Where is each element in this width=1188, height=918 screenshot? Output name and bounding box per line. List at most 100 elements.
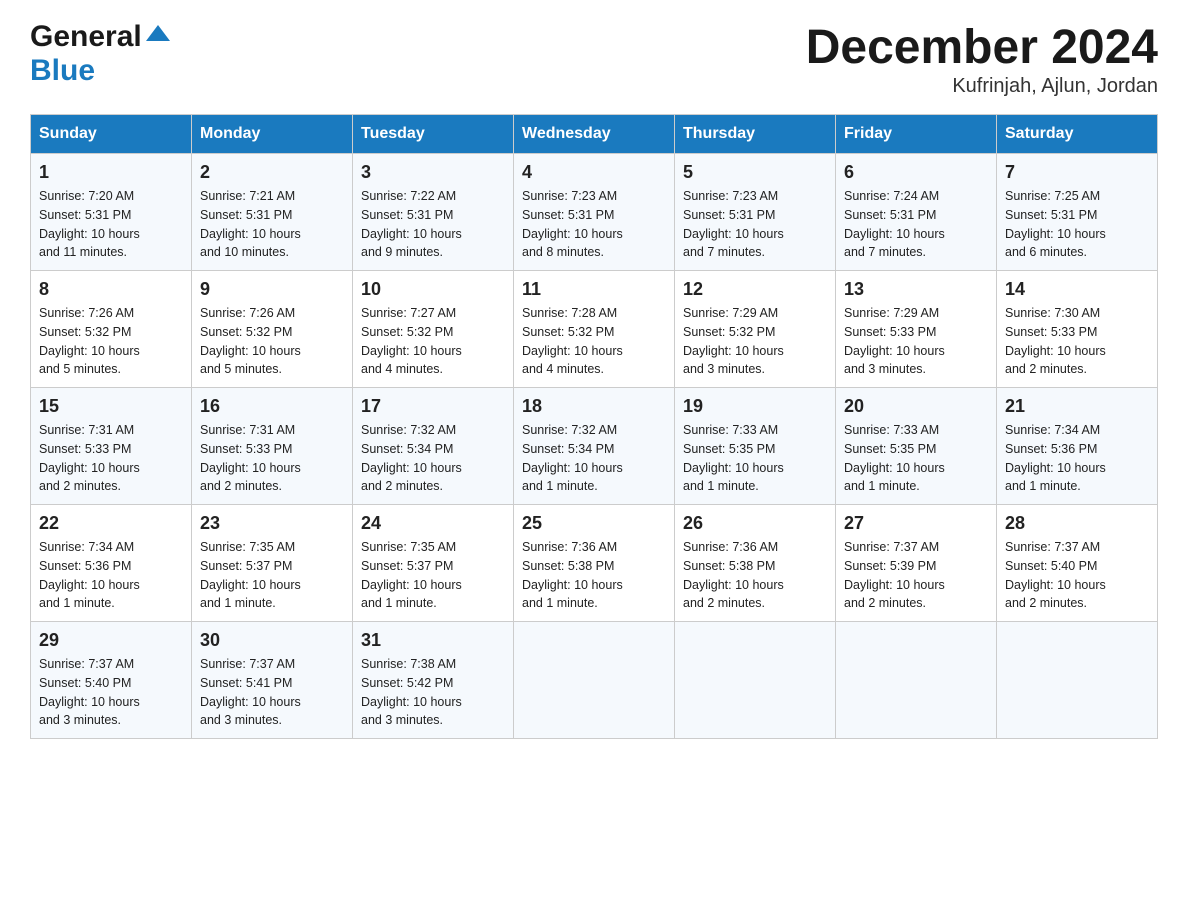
calendar-cell: 23 Sunrise: 7:35 AM Sunset: 5:37 PM Dayl… — [192, 505, 353, 622]
day-info: Sunrise: 7:35 AM Sunset: 5:37 PM Dayligh… — [361, 538, 505, 613]
day-info: Sunrise: 7:27 AM Sunset: 5:32 PM Dayligh… — [361, 304, 505, 379]
day-info: Sunrise: 7:36 AM Sunset: 5:38 PM Dayligh… — [522, 538, 666, 613]
header: General Blue December 2024 Kufrinjah, Aj… — [30, 20, 1158, 98]
day-info: Sunrise: 7:34 AM Sunset: 5:36 PM Dayligh… — [1005, 421, 1149, 496]
day-info: Sunrise: 7:23 AM Sunset: 5:31 PM Dayligh… — [683, 187, 827, 262]
calendar-cell: 18 Sunrise: 7:32 AM Sunset: 5:34 PM Dayl… — [514, 388, 675, 505]
day-number: 2 — [200, 162, 344, 183]
calendar-cell: 1 Sunrise: 7:20 AM Sunset: 5:31 PM Dayli… — [31, 154, 192, 271]
day-number: 15 — [39, 396, 183, 417]
calendar-cell: 3 Sunrise: 7:22 AM Sunset: 5:31 PM Dayli… — [353, 154, 514, 271]
day-number: 18 — [522, 396, 666, 417]
day-info: Sunrise: 7:22 AM Sunset: 5:31 PM Dayligh… — [361, 187, 505, 262]
calendar-cell — [997, 622, 1158, 739]
day-of-week-header: Tuesday — [353, 115, 514, 154]
calendar-cell: 7 Sunrise: 7:25 AM Sunset: 5:31 PM Dayli… — [997, 154, 1158, 271]
calendar-week-row: 22 Sunrise: 7:34 AM Sunset: 5:36 PM Dayl… — [31, 505, 1158, 622]
calendar-cell: 31 Sunrise: 7:38 AM Sunset: 5:42 PM Dayl… — [353, 622, 514, 739]
day-info: Sunrise: 7:37 AM Sunset: 5:40 PM Dayligh… — [39, 655, 183, 730]
day-info: Sunrise: 7:37 AM Sunset: 5:39 PM Dayligh… — [844, 538, 988, 613]
calendar-cell: 28 Sunrise: 7:37 AM Sunset: 5:40 PM Dayl… — [997, 505, 1158, 622]
calendar-table: SundayMondayTuesdayWednesdayThursdayFrid… — [30, 114, 1158, 739]
day-number: 23 — [200, 513, 344, 534]
day-info: Sunrise: 7:30 AM Sunset: 5:33 PM Dayligh… — [1005, 304, 1149, 379]
calendar-cell: 6 Sunrise: 7:24 AM Sunset: 5:31 PM Dayli… — [836, 154, 997, 271]
calendar-cell: 8 Sunrise: 7:26 AM Sunset: 5:32 PM Dayli… — [31, 271, 192, 388]
calendar-cell: 21 Sunrise: 7:34 AM Sunset: 5:36 PM Dayl… — [997, 388, 1158, 505]
day-of-week-header: Sunday — [31, 115, 192, 154]
day-number: 27 — [844, 513, 988, 534]
day-info: Sunrise: 7:26 AM Sunset: 5:32 PM Dayligh… — [39, 304, 183, 379]
calendar-cell: 22 Sunrise: 7:34 AM Sunset: 5:36 PM Dayl… — [31, 505, 192, 622]
header-row: SundayMondayTuesdayWednesdayThursdayFrid… — [31, 115, 1158, 154]
calendar-cell: 27 Sunrise: 7:37 AM Sunset: 5:39 PM Dayl… — [836, 505, 997, 622]
calendar-cell: 9 Sunrise: 7:26 AM Sunset: 5:32 PM Dayli… — [192, 271, 353, 388]
calendar-cell: 10 Sunrise: 7:27 AM Sunset: 5:32 PM Dayl… — [353, 271, 514, 388]
calendar-cell: 2 Sunrise: 7:21 AM Sunset: 5:31 PM Dayli… — [192, 154, 353, 271]
calendar-cell: 5 Sunrise: 7:23 AM Sunset: 5:31 PM Dayli… — [675, 154, 836, 271]
calendar-cell: 29 Sunrise: 7:37 AM Sunset: 5:40 PM Dayl… — [31, 622, 192, 739]
day-number: 24 — [361, 513, 505, 534]
day-number: 9 — [200, 279, 344, 300]
calendar-cell: 13 Sunrise: 7:29 AM Sunset: 5:33 PM Dayl… — [836, 271, 997, 388]
day-info: Sunrise: 7:34 AM Sunset: 5:36 PM Dayligh… — [39, 538, 183, 613]
calendar-week-row: 29 Sunrise: 7:37 AM Sunset: 5:40 PM Dayl… — [31, 622, 1158, 739]
day-info: Sunrise: 7:37 AM Sunset: 5:41 PM Dayligh… — [200, 655, 344, 730]
day-info: Sunrise: 7:24 AM Sunset: 5:31 PM Dayligh… — [844, 187, 988, 262]
day-info: Sunrise: 7:38 AM Sunset: 5:42 PM Dayligh… — [361, 655, 505, 730]
day-number: 3 — [361, 162, 505, 183]
day-info: Sunrise: 7:32 AM Sunset: 5:34 PM Dayligh… — [522, 421, 666, 496]
day-info: Sunrise: 7:25 AM Sunset: 5:31 PM Dayligh… — [1005, 187, 1149, 262]
calendar-cell: 20 Sunrise: 7:33 AM Sunset: 5:35 PM Dayl… — [836, 388, 997, 505]
day-info: Sunrise: 7:26 AM Sunset: 5:32 PM Dayligh… — [200, 304, 344, 379]
calendar-cell: 19 Sunrise: 7:33 AM Sunset: 5:35 PM Dayl… — [675, 388, 836, 505]
day-number: 17 — [361, 396, 505, 417]
day-number: 26 — [683, 513, 827, 534]
calendar-cell — [836, 622, 997, 739]
calendar-cell: 17 Sunrise: 7:32 AM Sunset: 5:34 PM Dayl… — [353, 388, 514, 505]
logo-general-text: General — [30, 20, 142, 54]
day-number: 14 — [1005, 279, 1149, 300]
logo-flag-icon — [142, 21, 174, 53]
day-info: Sunrise: 7:33 AM Sunset: 5:35 PM Dayligh… — [683, 421, 827, 496]
day-number: 1 — [39, 162, 183, 183]
day-number: 6 — [844, 162, 988, 183]
calendar-cell: 11 Sunrise: 7:28 AM Sunset: 5:32 PM Dayl… — [514, 271, 675, 388]
calendar-cell: 26 Sunrise: 7:36 AM Sunset: 5:38 PM Dayl… — [675, 505, 836, 622]
day-number: 8 — [39, 279, 183, 300]
day-info: Sunrise: 7:37 AM Sunset: 5:40 PM Dayligh… — [1005, 538, 1149, 613]
day-info: Sunrise: 7:33 AM Sunset: 5:35 PM Dayligh… — [844, 421, 988, 496]
day-info: Sunrise: 7:36 AM Sunset: 5:38 PM Dayligh… — [683, 538, 827, 613]
day-number: 21 — [1005, 396, 1149, 417]
calendar-week-row: 1 Sunrise: 7:20 AM Sunset: 5:31 PM Dayli… — [31, 154, 1158, 271]
calendar-week-row: 8 Sunrise: 7:26 AM Sunset: 5:32 PM Dayli… — [31, 271, 1158, 388]
calendar-cell: 30 Sunrise: 7:37 AM Sunset: 5:41 PM Dayl… — [192, 622, 353, 739]
calendar-cell: 15 Sunrise: 7:31 AM Sunset: 5:33 PM Dayl… — [31, 388, 192, 505]
day-info: Sunrise: 7:32 AM Sunset: 5:34 PM Dayligh… — [361, 421, 505, 496]
day-of-week-header: Saturday — [997, 115, 1158, 154]
calendar-cell: 12 Sunrise: 7:29 AM Sunset: 5:32 PM Dayl… — [675, 271, 836, 388]
day-number: 30 — [200, 630, 344, 651]
day-info: Sunrise: 7:23 AM Sunset: 5:31 PM Dayligh… — [522, 187, 666, 262]
day-number: 31 — [361, 630, 505, 651]
day-number: 25 — [522, 513, 666, 534]
day-number: 19 — [683, 396, 827, 417]
day-info: Sunrise: 7:31 AM Sunset: 5:33 PM Dayligh… — [200, 421, 344, 496]
location: Kufrinjah, Ajlun, Jordan — [806, 75, 1158, 98]
day-of-week-header: Thursday — [675, 115, 836, 154]
day-number: 12 — [683, 279, 827, 300]
day-info: Sunrise: 7:29 AM Sunset: 5:33 PM Dayligh… — [844, 304, 988, 379]
day-number: 10 — [361, 279, 505, 300]
day-info: Sunrise: 7:21 AM Sunset: 5:31 PM Dayligh… — [200, 187, 344, 262]
calendar-cell: 16 Sunrise: 7:31 AM Sunset: 5:33 PM Dayl… — [192, 388, 353, 505]
day-number: 28 — [1005, 513, 1149, 534]
day-number: 4 — [522, 162, 666, 183]
day-number: 11 — [522, 279, 666, 300]
logo: General Blue — [30, 20, 174, 88]
day-of-week-header: Friday — [836, 115, 997, 154]
day-info: Sunrise: 7:35 AM Sunset: 5:37 PM Dayligh… — [200, 538, 344, 613]
day-number: 20 — [844, 396, 988, 417]
day-number: 16 — [200, 396, 344, 417]
day-info: Sunrise: 7:29 AM Sunset: 5:32 PM Dayligh… — [683, 304, 827, 379]
day-info: Sunrise: 7:28 AM Sunset: 5:32 PM Dayligh… — [522, 304, 666, 379]
